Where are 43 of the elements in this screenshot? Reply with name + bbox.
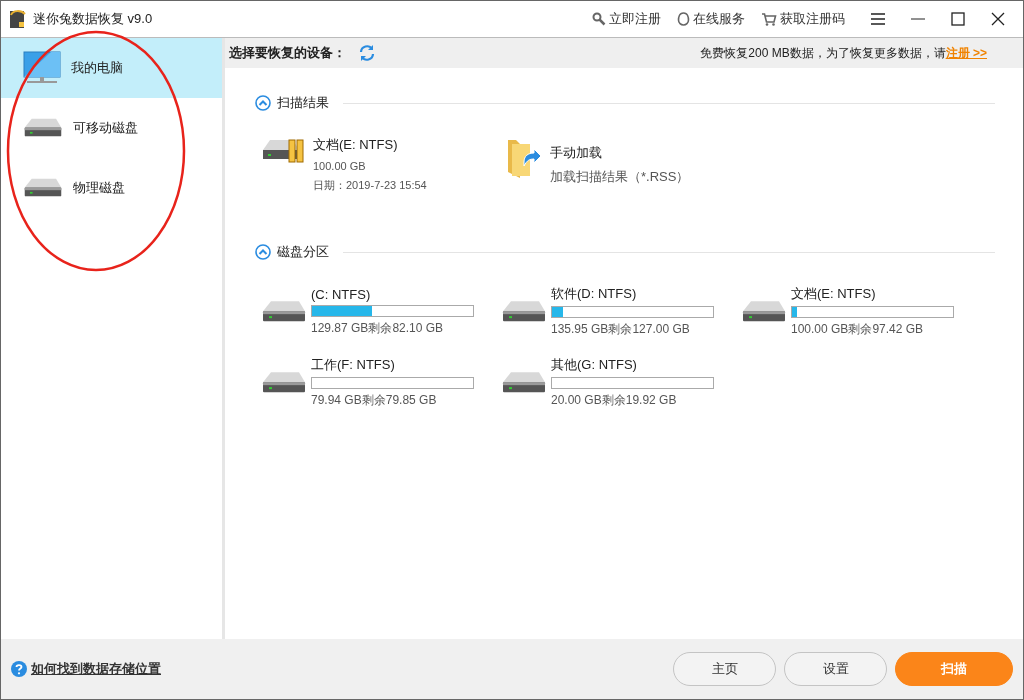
cart-icon <box>761 12 777 26</box>
monitor-icon <box>23 51 61 85</box>
app-logo-icon <box>9 9 27 29</box>
device-label: 选择要恢复的设备： <box>229 44 346 62</box>
header-link[interactable]: 获取注册码 <box>761 10 845 28</box>
partition-usage: 79.94 GB剩余79.85 GB <box>311 392 438 409</box>
header-link[interactable]: 立即注册 <box>592 10 661 28</box>
sidebar-item-label: 物理磁盘 <box>73 179 125 197</box>
partition-size: 100.00 GB <box>313 160 367 172</box>
partition-name[interactable]: (C: NTFS) <box>311 286 474 302</box>
refresh-icon[interactable] <box>358 44 376 62</box>
partition-name[interactable]: 工作(F: NTFS) <box>311 356 474 374</box>
sidebar-item[interactable]: 可移动磁盘 <box>1 98 222 158</box>
collapse-icon[interactable] <box>255 95 271 111</box>
footer-button[interactable]: 主页 <box>673 652 776 686</box>
partition-name[interactable]: 软件(D: NTFS) <box>551 285 714 303</box>
partition-name[interactable]: 文档(E: NTFS) <box>791 285 954 303</box>
help-link[interactable]: 如何找到数据存储位置 <box>31 660 161 678</box>
sidebar-item-label: 可移动磁盘 <box>73 119 138 137</box>
sidebar-item-label: 我的电脑 <box>71 59 123 77</box>
hard-drive-icon <box>23 177 63 199</box>
partition-usage: 135.95 GB剩余127.00 GB <box>551 321 691 338</box>
manual-load-description: 加载扫描结果（*.RSS） <box>550 168 690 186</box>
window-title: 迷你兔数据恢复 v9.0 <box>33 10 154 28</box>
free-limit-notice: 免费恢复200 MB数据，为了恢复更多数据，请注册 >> <box>700 44 987 62</box>
scan-date: 日期：2019-7-23 15:54 <box>313 178 427 193</box>
collapse-icon[interactable] <box>255 244 271 260</box>
hard-drive-icon <box>23 117 63 139</box>
header-link[interactable]: 在线服务 <box>677 10 745 28</box>
partition-name: 文档(E: NTFS) <box>313 136 399 154</box>
paused-drive-icon <box>261 136 307 164</box>
partition-usage: 100.00 GB剩余97.42 GB <box>791 321 925 338</box>
partition-usage: 129.87 GB剩余82.10 GB <box>311 319 445 337</box>
sidebar-item[interactable]: 物理磁盘 <box>1 158 222 218</box>
search-icon <box>592 12 606 26</box>
manual-load-title[interactable]: 手动加载 <box>550 144 690 162</box>
section-title: 扫描结果 <box>277 94 329 112</box>
footer-button[interactable]: 设置 <box>784 652 887 686</box>
partition-name[interactable]: 其他(G: NTFS) <box>551 356 714 374</box>
section-title: 磁盘分区 <box>277 243 329 261</box>
partition-usage: 20.00 GB剩余19.92 GB <box>551 392 678 409</box>
sidebar-item[interactable]: 我的电脑 <box>1 38 222 98</box>
help-icon <box>11 661 27 677</box>
